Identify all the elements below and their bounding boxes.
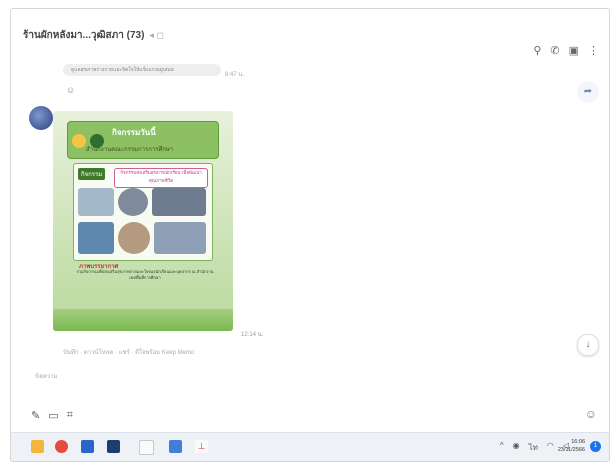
pdf-icon[interactable]: ⊥ — [195, 440, 208, 453]
poster-photo — [78, 188, 114, 216]
notes-icon[interactable]: ▣ — [569, 45, 579, 57]
chevron-up-icon[interactable]: ^ — [500, 441, 504, 454]
emoji-icon[interactable]: ☺ — [585, 407, 597, 421]
logo-icon — [72, 134, 86, 148]
attach-icon[interactable]: ✎ — [31, 409, 40, 422]
poster-photo — [152, 188, 206, 216]
chat-header: ร้านผักหลังมา...วุฒิสภา (73) ◂ ◻ — [11, 9, 609, 49]
poster-photo — [154, 222, 206, 254]
poster-panel: กิจกรรม กิจกรรมส่งเสริมสุขภาพนักเรียน เพ… — [73, 163, 213, 261]
header-actions: ⚲ ✆ ▣ ⋮ — [533, 45, 599, 57]
poster-footer — [53, 309, 233, 331]
document-icon[interactable] — [139, 440, 154, 455]
chat-window: ร้านผักหลังมา...วุฒิสภา (73) ◂ ◻ ⚲ ✆ ▣ ⋮… — [10, 8, 610, 462]
poster-photo — [118, 222, 150, 254]
chat-name: ร้านผักหลังมา...วุฒิสภา — [23, 29, 124, 41]
clock-date: 23/11/2566 — [557, 447, 585, 453]
photos-icon[interactable] — [169, 440, 182, 453]
poster-title: กิจกรรมวันนี้ — [112, 128, 156, 137]
mute-icon[interactable]: ◂ ◻ — [149, 30, 164, 41]
line-tray-icon[interactable]: ◉ — [513, 441, 520, 454]
folder-icon[interactable] — [31, 440, 44, 453]
more-icon[interactable]: ⋮ — [588, 45, 599, 57]
poster-photo — [118, 188, 148, 216]
poster-photo — [78, 222, 114, 254]
previous-message-time: 8:47 น. — [225, 72, 245, 78]
poster-tag-activity: กิจกรรมส่งเสริมสุขภาพนักเรียน เพื่อพัฒนา… — [114, 168, 208, 188]
poster-actions[interactable]: บันทึก · ดาวน์โหลด · แชร์ · ดีใจพร้อม Ke… — [63, 347, 194, 357]
wifi-icon[interactable]: ◠ — [547, 441, 554, 454]
poster-banner: กิจกรรมวันนี้ สำนักงานคณะกรรมการการศึกษา — [67, 121, 219, 159]
chrome-icon[interactable] — [55, 440, 68, 453]
member-count: (73) — [126, 29, 145, 41]
poster-body-text: ร่วมกิจกรรมเพื่อส่งเสริมสุขภาพกายและใจขอ… — [76, 269, 214, 280]
notification-badge[interactable]: 1 — [590, 441, 601, 452]
chat-title[interactable]: ร้านผักหลังมา...วุฒิสภา (73) — [23, 28, 144, 43]
message-input[interactable] — [33, 361, 577, 393]
reaction-icon[interactable]: ☺ — [66, 85, 75, 95]
scroll-down-icon[interactable]: ↓ — [577, 334, 599, 356]
crop-icon[interactable]: ⌗ — [67, 409, 73, 422]
app-icon[interactable] — [107, 440, 120, 453]
phone-icon[interactable]: ✆ — [550, 45, 559, 57]
poster-subtitle: สำนักงานคณะกรรมการการศึกษา — [86, 147, 174, 153]
bookmark-icon[interactable]: ▭ — [48, 409, 58, 422]
clock[interactable]: 16:06 23/11/2566 — [558, 438, 585, 454]
composer-tools: ✎ ▭ ⌗ — [31, 409, 73, 422]
poster-time: 12:14 น. — [241, 332, 264, 338]
avatar[interactable] — [29, 106, 53, 130]
language-icon[interactable]: ไท — [529, 441, 538, 454]
search-icon[interactable]: ⚲ — [533, 45, 541, 57]
taskbar: ⊥ ^ ◉ ไท ◠ ◁ 16:06 23/11/2566 1 — [11, 432, 609, 461]
share-icon[interactable]: ➦ — [577, 81, 599, 103]
clock-time: 16:06 — [571, 439, 585, 445]
word-icon[interactable] — [81, 440, 94, 453]
poster-image[interactable]: กิจกรรมวันนี้ สำนักงานคณะกรรมการการศึกษา… — [53, 111, 233, 331]
poster-tag: กิจกรรม — [78, 168, 106, 180]
previous-message-bubble[interactable]: ดูแลสุขภาพร่างกายและจิตใจให้แข็งแรงอยู่เ… — [63, 64, 221, 76]
